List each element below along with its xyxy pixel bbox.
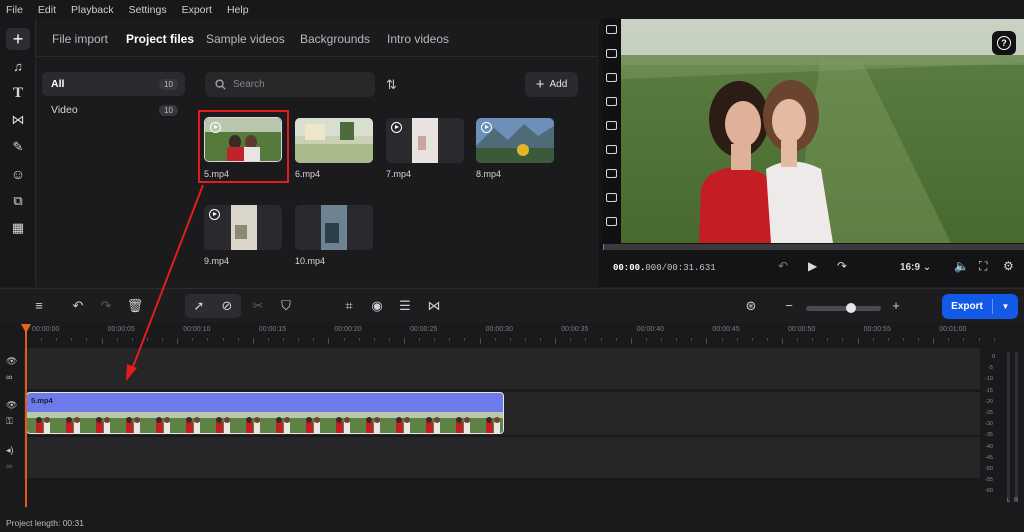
annotation-arrow	[126, 184, 204, 381]
